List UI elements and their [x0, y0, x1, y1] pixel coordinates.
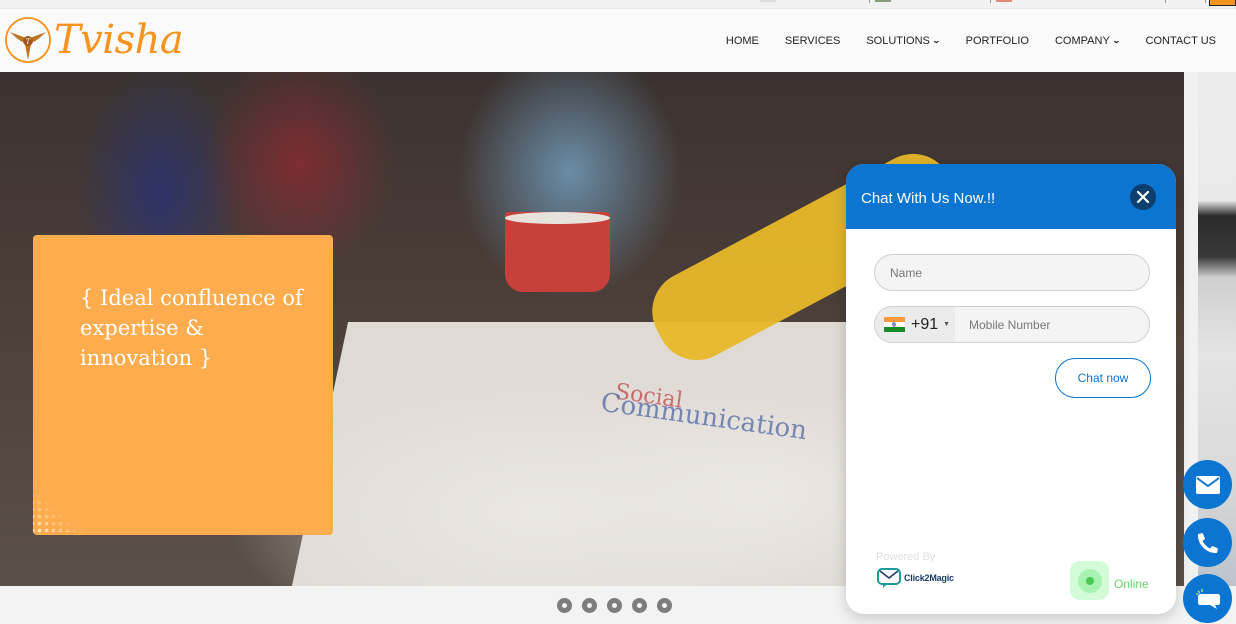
india-flag-icon: [884, 317, 905, 332]
nav-item-portfolio[interactable]: PORTFOLIO: [966, 35, 1029, 47]
logo[interactable]: T Tvisha: [4, 16, 184, 64]
nav-item-contact-us[interactable]: CONTACT US: [1146, 35, 1217, 47]
status-label: Online: [1114, 576, 1149, 591]
chat-bubble-icon: [1195, 588, 1220, 609]
topbar-icon: [996, 0, 1012, 2]
phone-field-wrapper: +91 ▼: [874, 306, 1150, 343]
chat-title: Chat With Us Now.!!: [861, 190, 996, 207]
slide-dot-3[interactable]: [607, 598, 622, 613]
online-dot-icon: [1070, 561, 1109, 600]
chat-widget: Chat With Us Now.!! +91 ▼ Chat now Power…: [846, 164, 1176, 614]
hero-quote-card: { Ideal confluence of expertise & innova…: [33, 235, 333, 535]
hero-tagline: { Ideal confluence of expertise & innova…: [80, 286, 303, 370]
main-nav: HOME SERVICES SOLUTIONS ⌄ PORTFOLIO COMPA…: [700, 9, 1216, 72]
powered-by-label: Powered By: [876, 551, 936, 563]
phone-icon: [1197, 532, 1218, 553]
chat-header: Chat With Us Now.!!: [846, 164, 1176, 229]
click2magic-logo[interactable]: Click2Magic: [876, 567, 954, 589]
nav-item-solutions[interactable]: SOLUTIONS ⌄: [866, 34, 941, 47]
slide-dot-1[interactable]: [557, 598, 572, 613]
chat-close-button[interactable]: [1130, 184, 1156, 210]
caret-down-icon: ▼: [943, 321, 951, 328]
provider-name: Click2Magic: [904, 573, 954, 583]
nav-item-company[interactable]: COMPANY ⌄: [1054, 34, 1121, 47]
topbar-divider: [1205, 0, 1206, 3]
nav-label: PORTFOLIO: [965, 34, 1029, 47]
topbar-action-button[interactable]: [1209, 0, 1236, 6]
nav-item-services[interactable]: SERVICES: [785, 35, 840, 47]
nav-label: CONTACT US: [1145, 34, 1217, 47]
next-slide-preview: [1198, 72, 1236, 586]
brand-name: Tvisha: [54, 17, 184, 63]
hero-image-paper: [291, 322, 909, 586]
country-code-select[interactable]: +91 ▼: [875, 307, 955, 342]
nav-label: SERVICES: [784, 34, 841, 47]
nav-item-home[interactable]: HOME: [726, 35, 759, 47]
topbar-icon: [875, 0, 891, 2]
chevron-down-icon: ⌄: [931, 36, 941, 45]
topbar-icon: [760, 0, 776, 2]
close-icon: [1136, 190, 1150, 204]
chat-now-button[interactable]: Chat now: [1055, 358, 1151, 398]
logo-mark-icon: T: [5, 17, 51, 63]
nav-label: COMPANY: [1054, 34, 1110, 47]
page: T Tvisha HOME SERVICES SOLUTIONS ⌄ PORTFO…: [0, 0, 1236, 624]
top-utility-bar: [0, 0, 1236, 9]
slide-dot-2[interactable]: [582, 598, 597, 613]
call-fab-button[interactable]: [1183, 518, 1232, 567]
slider-pagination: [557, 598, 682, 613]
name-field-wrapper: [874, 254, 1150, 291]
topbar-divider: [990, 0, 991, 3]
slide-dot-5[interactable]: [657, 598, 672, 613]
email-fab-button[interactable]: [1183, 460, 1232, 509]
online-status: Online: [1070, 561, 1149, 600]
topbar-divider: [869, 0, 870, 3]
site-header: T Tvisha HOME SERVICES SOLUTIONS ⌄ PORTFO…: [0, 9, 1236, 72]
slide-dot-4[interactable]: [632, 598, 647, 613]
topbar-divider: [1165, 0, 1166, 3]
nav-label: SOLUTIONS: [866, 34, 930, 47]
name-input[interactable]: [875, 255, 1149, 290]
slide-gap: [1184, 72, 1198, 586]
nav-label: HOME: [725, 34, 759, 47]
mail-icon: [1195, 475, 1220, 494]
dial-code: +91: [911, 315, 939, 333]
envelope-logo-icon: [877, 568, 901, 588]
mobile-number-input[interactable]: [955, 307, 1149, 342]
chevron-down-icon: ⌄: [1111, 36, 1121, 45]
chat-fab-button[interactable]: [1183, 574, 1232, 623]
hero-image-mug: [505, 212, 610, 292]
